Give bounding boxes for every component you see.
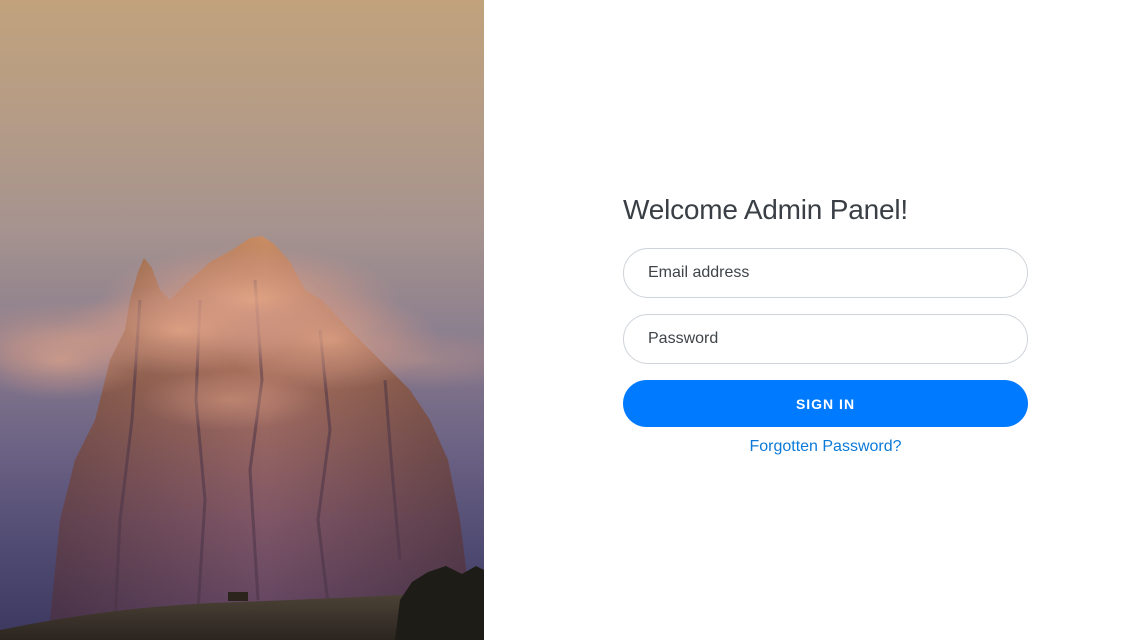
page-title: Welcome Admin Panel! bbox=[623, 194, 908, 225]
login-panel: Welcome Admin Panel! SIGN IN Forgotten P… bbox=[484, 0, 1127, 640]
login-page: Welcome Admin Panel! SIGN IN Forgotten P… bbox=[0, 0, 1127, 640]
password-input[interactable] bbox=[623, 314, 1028, 364]
login-form: Welcome Admin Panel! SIGN IN Forgotten P… bbox=[623, 192, 1028, 456]
forgot-password-link[interactable]: Forgotten Password? bbox=[623, 438, 1028, 456]
hero-image bbox=[0, 0, 484, 640]
email-input[interactable] bbox=[623, 248, 1028, 298]
mountain-illustration bbox=[0, 236, 484, 640]
sign-in-button[interactable]: SIGN IN bbox=[623, 380, 1028, 427]
